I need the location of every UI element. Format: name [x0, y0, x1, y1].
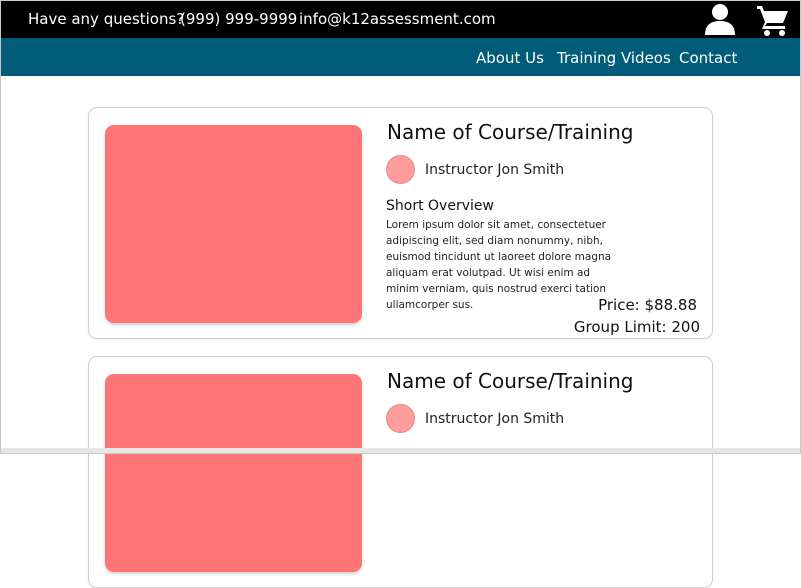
course-title[interactable]: Name of Course/Training: [387, 120, 633, 144]
course-image[interactable]: [105, 125, 362, 323]
course-title[interactable]: Name of Course/Training: [387, 369, 633, 393]
instructor-name: Instructor Jon Smith: [425, 411, 565, 427]
overview-text: Lorem ipsum dolor sit amet, consectetuer…: [386, 219, 612, 311]
cart-icon[interactable]: [756, 3, 790, 37]
window-bottom-edge: [0, 448, 801, 454]
instructor-avatar: [386, 155, 415, 184]
account-icon[interactable]: [703, 2, 737, 36]
course-card[interactable]: Name of Course/Training Instructor Jon S…: [88, 107, 713, 339]
course-price: Price: $88.88: [598, 296, 697, 314]
nav-contact[interactable]: Contact: [679, 49, 737, 67]
course-card[interactable]: Name of Course/Training Instructor Jon S…: [88, 356, 713, 588]
nav-about-us[interactable]: About Us: [476, 49, 544, 67]
overview-heading: Short Overview: [386, 198, 494, 214]
main-nav: About Us Training Videos Contact: [0, 38, 801, 76]
top-bar: Have any questions? (999) 999-9999 info@…: [0, 0, 801, 38]
phone-link[interactable]: (999) 999-9999: [180, 10, 297, 28]
instructor-name: Instructor Jon Smith: [425, 162, 565, 178]
nav-training-videos[interactable]: Training Videos: [557, 49, 671, 67]
group-limit: Group Limit: 200: [573, 318, 700, 336]
course-image[interactable]: [105, 374, 362, 572]
instructor-avatar: [386, 404, 415, 433]
email-link[interactable]: info@k12assessment.com: [299, 10, 496, 28]
questions-label: Have any questions?: [28, 10, 185, 28]
